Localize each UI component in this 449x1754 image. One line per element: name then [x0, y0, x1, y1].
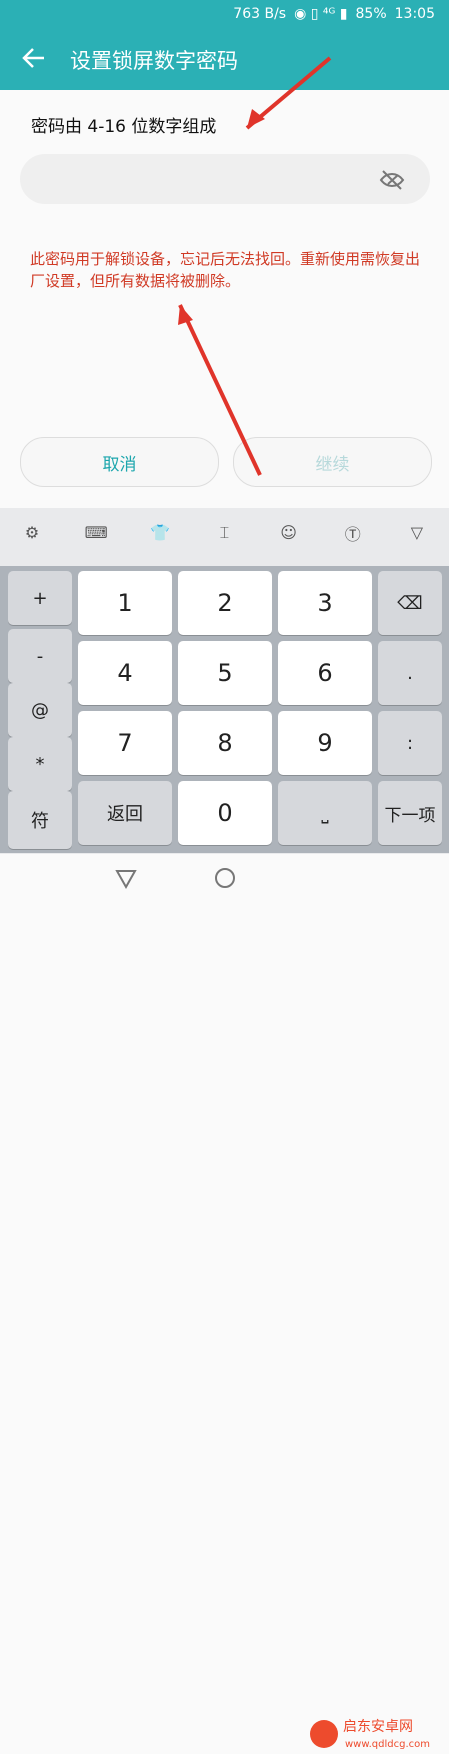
home-circle-icon[interactable]: [213, 866, 237, 890]
watermark-url: www.qdldcg.com: [345, 1739, 430, 1750]
number-keyboard: ⚙ ⌨ 👕 ⌶ ☺ Ⓣ ▽ + - @ * 符 1 2 3 ⌫ 4 5 6 . …: [0, 508, 449, 854]
key-8[interactable]: 8: [178, 711, 272, 775]
back-arrow-icon[interactable]: [20, 44, 48, 72]
backspace-icon[interactable]: ⌫: [378, 571, 442, 635]
shield-text-icon[interactable]: Ⓣ: [338, 518, 368, 548]
upper-arrow-head: [247, 109, 265, 128]
key-symbols[interactable]: 符: [8, 791, 72, 849]
collapse-triangle-icon[interactable]: ▽: [402, 518, 432, 548]
key-5[interactable]: 5: [178, 641, 272, 705]
lower-arrow-head: [178, 305, 193, 325]
app-header: 763 B/s ◉ ▯ ⁴ᴳ ▮ 85% 13:05 设置锁屏数字密码: [0, 0, 449, 90]
password-input[interactable]: [20, 154, 430, 204]
continue-button[interactable]: 继续: [233, 437, 432, 487]
key-1[interactable]: 1: [78, 571, 172, 635]
battery-level: 85%: [355, 6, 387, 22]
key-minus[interactable]: -: [8, 629, 72, 683]
shirt-icon[interactable]: 👕: [145, 518, 175, 548]
keypad: + - @ * 符 1 2 3 ⌫ 4 5 6 . 7 8 9 : 返回 0 ⎵…: [0, 566, 449, 853]
key-7[interactable]: 7: [78, 711, 172, 775]
navigation-bar: 启东安卓网 www.qdldcg.com: [0, 854, 449, 1750]
signal-icons: ◉ ▯ ⁴ᴳ ▮: [294, 6, 348, 22]
warning-message: 此密码用于解锁设备，忘记后无法找回。重新使用需恢复出厂设置，但所有数据将被删除。: [30, 250, 421, 290]
page-title: 设置锁屏数字密码: [70, 49, 238, 73]
keyboard-icon[interactable]: ⌨: [81, 518, 111, 548]
key-9[interactable]: 9: [278, 711, 372, 775]
keyboard-toolbar: ⚙ ⌨ 👕 ⌶ ☺ Ⓣ ▽: [0, 508, 449, 557]
key-4[interactable]: 4: [78, 641, 172, 705]
key-next[interactable]: 下一项: [378, 781, 442, 845]
key-back[interactable]: 返回: [78, 781, 172, 845]
key-3[interactable]: 3: [278, 571, 372, 635]
status-bar: 763 B/s ◉ ▯ ⁴ᴳ ▮ 85% 13:05: [233, 6, 435, 22]
watermark-site: 启东安卓网: [343, 1719, 413, 1735]
password-hint: 密码由 4-16 位数字组成: [31, 117, 217, 137]
key-plus[interactable]: +: [8, 571, 72, 625]
key-6[interactable]: 6: [278, 641, 372, 705]
key-dot[interactable]: .: [378, 641, 442, 705]
eye-hidden-icon[interactable]: [378, 166, 406, 194]
network-speed: 763 B/s: [233, 6, 287, 22]
cancel-button[interactable]: 取消: [20, 437, 219, 487]
key-2[interactable]: 2: [178, 571, 272, 635]
settings-gear-icon[interactable]: ⚙: [17, 518, 47, 548]
watermark-logo-icon: 启东安卓网 www.qdldcg.com: [310, 1719, 430, 1750]
space-icon[interactable]: ⎵: [278, 781, 372, 845]
emoji-icon[interactable]: ☺: [274, 518, 304, 548]
key-star[interactable]: *: [8, 737, 72, 791]
key-colon[interactable]: :: [378, 711, 442, 775]
back-triangle-icon[interactable]: [114, 866, 138, 890]
cursor-icon[interactable]: ⌶: [209, 518, 239, 548]
key-at[interactable]: @: [8, 683, 72, 737]
clock: 13:05: [394, 6, 435, 22]
key-0[interactable]: 0: [178, 781, 272, 845]
